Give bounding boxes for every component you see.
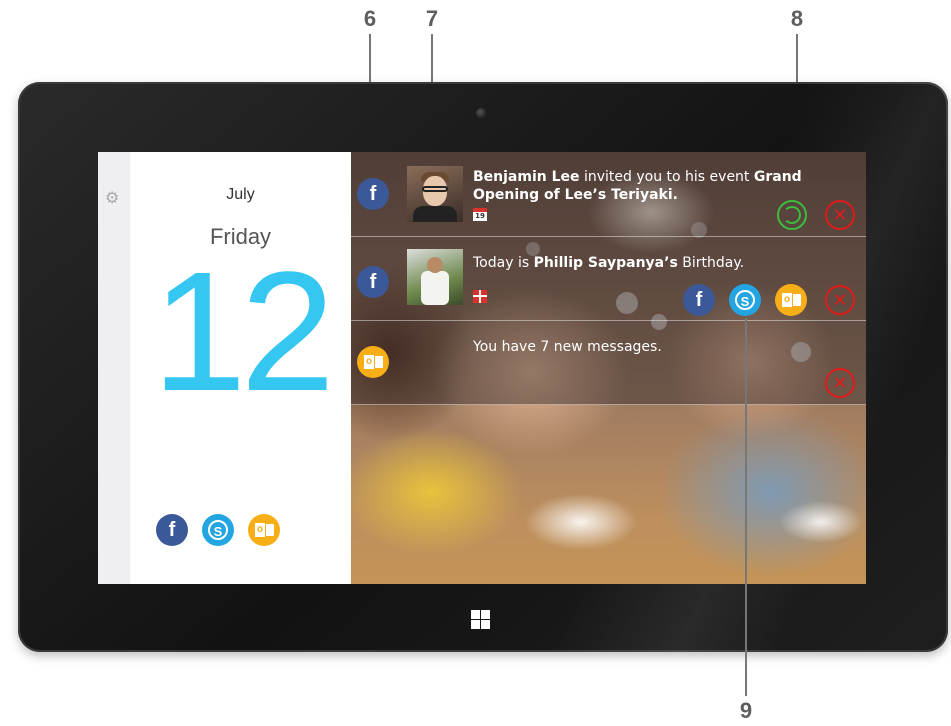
gear-icon[interactable]: ⚙ [105,188,119,207]
month-label: July [226,186,255,203]
date-panel: ⚙ July Friday 12 f S o [98,152,351,584]
outlook-icon[interactable]: o [248,514,280,546]
settings-strip: ⚙ [98,152,130,584]
dismiss-button[interactable]: ✕ [825,368,855,398]
notification-separator [351,320,866,321]
avatar[interactable] [407,166,463,222]
callout-9-line [745,318,747,696]
screen: ⚙ July Friday 12 f S o f Benjamin Lee in… [98,152,866,584]
callout-9: 9 [739,698,753,723]
calendar-icon: 19 [473,208,487,221]
callout-6: 6 [363,6,377,31]
facebook-icon: f [357,178,389,210]
windows-logo-icon[interactable] [471,610,490,629]
skype-icon[interactable]: S [202,514,234,546]
dismiss-button[interactable]: ✕ [825,200,855,230]
outlook-icon: o [357,346,389,378]
callout-8: 8 [790,6,804,31]
avatar[interactable] [407,249,463,305]
dismiss-button[interactable]: ✕ [825,285,855,315]
notification-text[interactable]: Today is Phillip Saypanya’s Birthday. [473,254,813,272]
notification-separator [351,404,866,405]
notifications-panel: f Benjamin Lee invited you to his event … [351,152,866,584]
callout-7: 7 [425,6,439,31]
gift-icon [473,290,487,303]
camera [476,108,486,118]
facebook-icon[interactable]: f [683,284,715,316]
facebook-icon: f [357,266,389,298]
notification-separator [351,236,866,237]
service-icons: f S o [156,514,280,546]
skype-icon[interactable]: S [729,284,761,316]
accept-button[interactable] [777,200,807,230]
outlook-icon[interactable]: o [775,284,807,316]
notification-text[interactable]: Benjamin Lee invited you to his event Gr… [473,168,813,204]
facebook-icon[interactable]: f [156,514,188,546]
day-number: 12 [151,237,335,427]
notification-text[interactable]: You have 7 new messages. [473,338,813,356]
